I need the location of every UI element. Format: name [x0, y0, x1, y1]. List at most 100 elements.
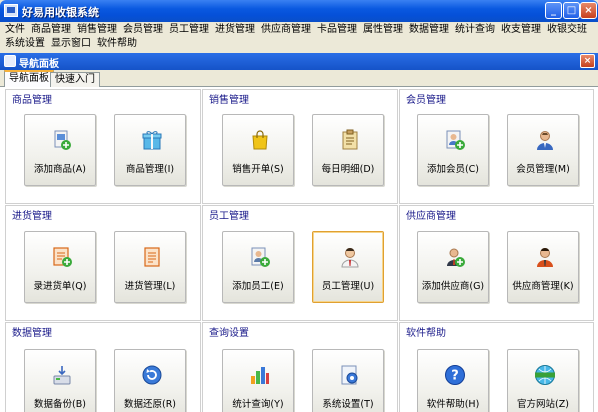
add-member-icon: [446, 130, 465, 150]
tile-label: 添加供应商(G): [421, 281, 485, 292]
menu-statistics[interactable]: 统计查询: [452, 23, 498, 37]
gift-icon: [142, 131, 162, 150]
add-supplier-icon: [447, 248, 465, 267]
purchase-management-button[interactable]: 进货管理(L): [114, 231, 186, 303]
employee-icon: [341, 248, 359, 268]
group-title: 数据管理: [10, 324, 54, 339]
menu-row-2: 系统设置 显示窗口 软件帮助: [2, 37, 140, 51]
group-help: 软件帮助 ? 软件帮助(H) 官方网站(Z): [399, 322, 594, 412]
menu-card[interactable]: 卡品管理: [314, 23, 360, 37]
tile-label: 员工管理(U): [321, 281, 375, 292]
group-data: 数据管理 数据备份(B) 数据还原(R): [5, 322, 201, 412]
website-icon: [535, 365, 555, 385]
tile-label: 商品管理(I): [125, 164, 175, 175]
data-restore-button[interactable]: 数据还原(R): [114, 349, 186, 412]
employee-management-button[interactable]: 员工管理(U): [312, 231, 384, 303]
menu-data[interactable]: 数据管理: [406, 23, 452, 37]
group-title: 供应商管理: [404, 207, 458, 222]
tile-label: 销售开单(S): [232, 164, 284, 175]
add-product-icon: [54, 130, 71, 150]
navigation-content: 商品管理 添加商品(A) 商品管理(I) 销售管理 销售开单(S) 每日明细(D…: [0, 87, 598, 412]
tab-navigation[interactable]: 导航面板: [4, 70, 54, 87]
tile-label: 会员管理(M): [516, 164, 570, 175]
home-icon: [4, 55, 16, 67]
daily-detail-button[interactable]: 每日明细(D): [312, 114, 384, 186]
add-purchase-icon: [53, 247, 72, 267]
app-icon: [4, 4, 18, 17]
bar-chart-icon: [251, 367, 269, 384]
data-backup-button[interactable]: 数据备份(B): [24, 349, 96, 412]
maximize-button[interactable]: □: [563, 2, 580, 19]
menu-product[interactable]: 商品管理: [28, 23, 74, 37]
tile-label: 官方网站(Z): [517, 399, 569, 410]
tile-label: 数据备份(B): [34, 399, 86, 410]
add-employee-icon: [251, 247, 270, 267]
software-help-button[interactable]: ? 软件帮助(H): [417, 349, 489, 412]
group-title: 商品管理: [10, 91, 54, 106]
menu-row-1: 文件 商品管理 销售管理 会员管理 员工管理 进货管理 供应商管理 卡品管理 属性管理 数据管理统…: [2, 23, 590, 37]
menu-employee[interactable]: 员工管理: [166, 23, 212, 37]
tile-label: 软件帮助(H): [426, 399, 480, 410]
svg-text:?: ?: [451, 369, 459, 384]
member-management-button[interactable]: 会员管理(M): [507, 114, 579, 186]
settings-icon: [341, 365, 358, 385]
tile-label: 添加商品(A): [34, 164, 86, 175]
menubar: 文件 商品管理 销售管理 会员管理 员工管理 进货管理 供应商管理 卡品管理 属性管理 数据管理统…: [0, 22, 598, 52]
menu-attribute[interactable]: 属性管理: [360, 23, 406, 37]
tile-label: 进货管理(L): [124, 281, 176, 292]
menu-purchase[interactable]: 进货管理: [212, 23, 258, 37]
group-sales: 销售管理 销售开单(S) 每日明细(D): [202, 89, 398, 204]
window-titlebar: 好易用收银系统 _ □ ×: [0, 0, 598, 22]
window-title: 好易用收银系统: [22, 6, 99, 19]
menu-window[interactable]: 显示窗口: [48, 37, 94, 51]
group-employee: 员工管理 添加员工(E) 员工管理(U): [202, 205, 398, 321]
sales-order-button[interactable]: 销售开单(S): [222, 114, 294, 186]
supplier-icon: [537, 248, 553, 267]
supplier-management-button[interactable]: 供应商管理(K): [507, 231, 579, 303]
backup-icon: [53, 366, 71, 385]
system-settings-button[interactable]: 系统设置(T): [312, 349, 384, 412]
add-supplier-button[interactable]: 添加供应商(G): [417, 231, 489, 303]
tile-label: 添加会员(C): [426, 164, 480, 175]
panel-close-button[interactable]: ×: [580, 54, 595, 68]
group-purchase: 进货管理 录进货单(Q) 进货管理(L): [5, 205, 201, 321]
group-title: 员工管理: [207, 207, 251, 222]
menu-member[interactable]: 会员管理: [120, 23, 166, 37]
close-button[interactable]: ×: [580, 2, 597, 19]
menu-settings[interactable]: 系统设置: [2, 37, 48, 51]
help-icon: ?: [445, 365, 465, 385]
tab-quick-start[interactable]: 快速入门: [50, 72, 100, 87]
product-management-button[interactable]: 商品管理(I): [114, 114, 186, 186]
group-title: 销售管理: [207, 91, 251, 106]
menu-sales[interactable]: 销售管理: [74, 23, 120, 37]
add-product-button[interactable]: 添加商品(A): [24, 114, 96, 186]
tile-label: 系统设置(T): [322, 399, 374, 410]
menu-supplier[interactable]: 供应商管理: [258, 23, 314, 37]
group-query: 查询设置 统计查询(Y) 系统设置(T): [202, 322, 398, 412]
group-title: 进货管理: [10, 207, 54, 222]
purchase-doc-icon: [144, 247, 160, 267]
tab-strip: 导航面板 快速入门: [0, 70, 598, 87]
tile-label: 每日明细(D): [321, 164, 375, 175]
tile-label: 录进货单(Q): [33, 281, 87, 292]
add-purchase-button[interactable]: 录进货单(Q): [24, 231, 96, 303]
minimize-button[interactable]: _: [545, 2, 562, 19]
menu-shift[interactable]: 收银交班: [544, 23, 590, 37]
official-website-button[interactable]: 官方网站(Z): [507, 349, 579, 412]
menu-finance[interactable]: 收支管理: [498, 23, 544, 37]
menu-file[interactable]: 文件: [2, 23, 28, 37]
group-supplier: 供应商管理 添加供应商(G) 供应商管理(K): [399, 205, 594, 321]
statistics-query-button[interactable]: 统计查询(Y): [222, 349, 294, 412]
group-product: 商品管理 添加商品(A) 商品管理(I): [5, 89, 201, 204]
tile-label: 数据还原(R): [123, 399, 176, 410]
tile-label: 统计查询(Y): [232, 399, 284, 410]
group-member: 会员管理 添加会员(C) 会员管理(M): [399, 89, 594, 204]
shopping-bag-icon: [252, 130, 268, 150]
restore-icon: [142, 365, 162, 385]
group-title: 软件帮助: [404, 324, 448, 339]
add-employee-button[interactable]: 添加员工(E): [222, 231, 294, 303]
menu-help[interactable]: 软件帮助: [94, 37, 140, 51]
member-icon: [537, 131, 553, 150]
clipboard-icon: [342, 129, 358, 150]
add-member-button[interactable]: 添加会员(C): [417, 114, 489, 186]
